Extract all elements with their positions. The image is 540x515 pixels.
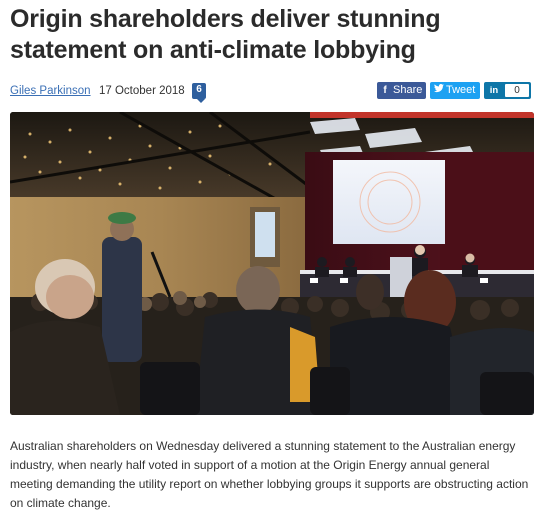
author-link[interactable]: Giles Parkinson	[10, 85, 91, 97]
linkedin-share-count: 0	[505, 84, 529, 97]
article-body: Australian shareholders on Wednesday del…	[10, 439, 529, 510]
article-meta: Giles Parkinson 17 October 2018 6 f Shar…	[10, 82, 534, 103]
twitter-share-button[interactable]: Tweet	[430, 82, 480, 99]
facebook-share-button[interactable]: f Share	[377, 82, 426, 99]
linkedin-share-button[interactable]: in 0	[484, 82, 531, 99]
article-photo	[10, 112, 534, 415]
twitter-bird-icon	[434, 82, 444, 99]
publish-date: 17 October 2018	[99, 85, 185, 97]
facebook-share-label: Share	[393, 84, 423, 96]
comment-count-badge[interactable]: 6	[192, 83, 206, 103]
linkedin-icon: in	[489, 85, 499, 96]
facebook-icon: f	[383, 85, 387, 96]
article-title: Origin shareholders deliver stunning sta…	[10, 5, 441, 64]
twitter-share-label: Tweet	[446, 84, 476, 96]
